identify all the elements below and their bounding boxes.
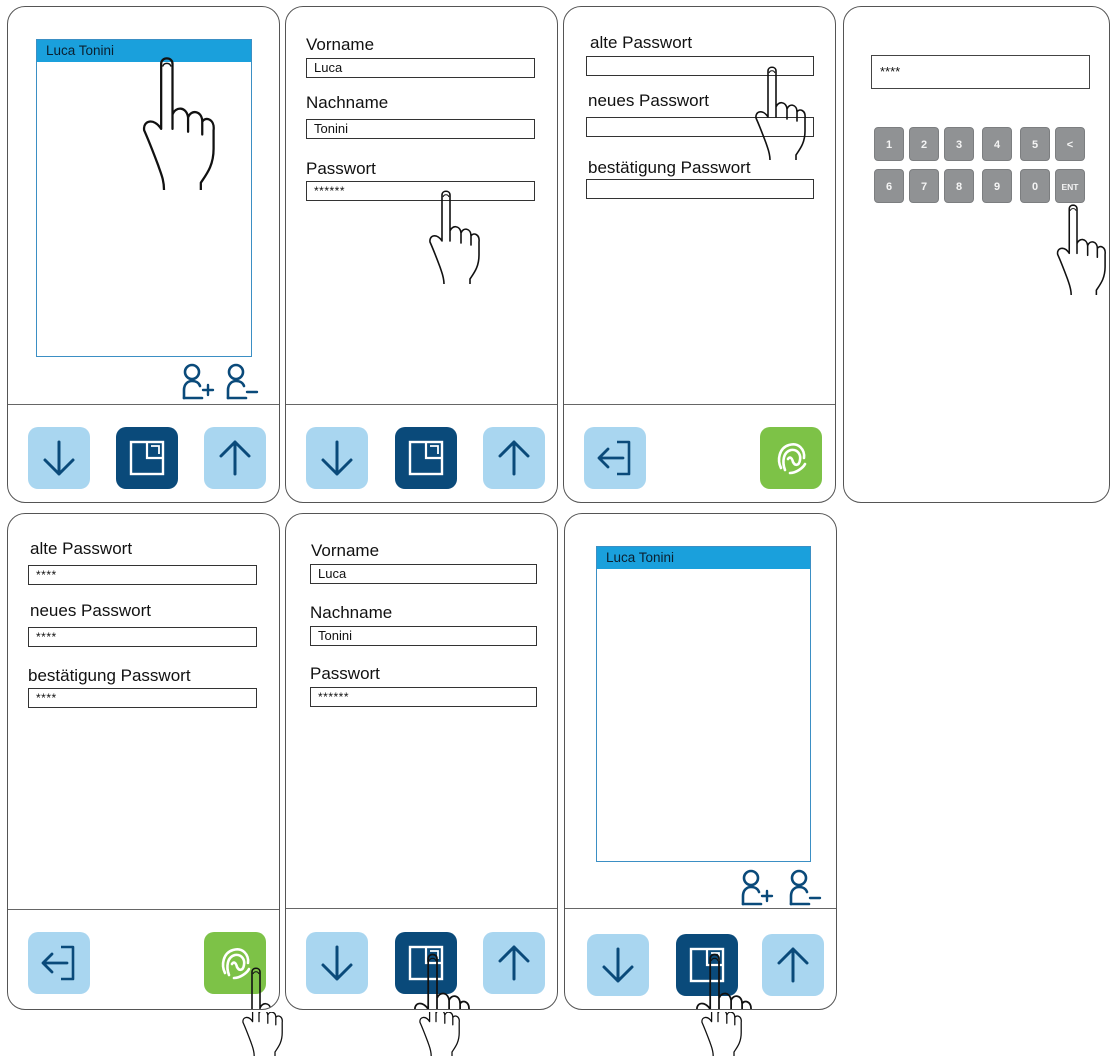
passwort-label: Passwort (306, 159, 376, 178)
nachname-label: Nachname (310, 603, 393, 622)
back-arrow-icon (41, 945, 75, 981)
scroll-down-button[interactable] (587, 934, 649, 996)
back-arrow-icon (597, 440, 631, 476)
vorname-field[interactable]: Luca (306, 58, 535, 78)
vorname-label: Vorname (306, 35, 375, 54)
divider (564, 404, 835, 405)
list-item[interactable]: Luca Tonini (597, 547, 810, 569)
fingerprint-icon (221, 948, 251, 980)
arrow-down-icon (321, 945, 353, 981)
new-password-field[interactable]: **** (28, 627, 257, 647)
arrow-down-icon (321, 440, 353, 476)
key-9[interactable]: 9 (982, 169, 1012, 203)
confirm-button[interactable] (204, 932, 266, 994)
hand-pointer-icon (755, 66, 806, 160)
new-password-field[interactable] (586, 117, 814, 137)
scroll-up-button[interactable] (204, 427, 266, 489)
edit-user-button[interactable] (676, 934, 738, 996)
passwort-field[interactable]: ****** (306, 181, 535, 201)
screen-user-list: Luca Tonini (7, 6, 280, 503)
screen-pin-keypad: **** 1 2 3 4 5 < 6 7 8 9 0 ENT (843, 6, 1110, 503)
scroll-up-button[interactable] (762, 934, 824, 996)
hand-pointer-icon (1056, 204, 1106, 295)
key-2[interactable]: 2 (909, 127, 939, 161)
scroll-up-button[interactable] (483, 427, 545, 489)
scroll-down-button[interactable] (306, 932, 368, 994)
add-user-icon[interactable] (737, 868, 775, 906)
old-password-label: alte Passwort (590, 33, 693, 52)
divider (565, 908, 836, 909)
hand-pointer-icon (242, 1012, 283, 1056)
nachname-field[interactable]: Tonini (310, 626, 537, 646)
fingerprint-icon (777, 443, 807, 475)
user-list[interactable]: Luca Tonini (596, 546, 811, 862)
key-7[interactable]: 7 (909, 169, 939, 203)
arrow-down-icon (602, 947, 634, 983)
screen-user-details: Vorname Luca Nachname Tonini Passwort **… (285, 6, 558, 503)
user-list[interactable]: Luca Tonini (36, 39, 252, 357)
scroll-up-button[interactable] (483, 932, 545, 994)
hand-pointer-icon (701, 1012, 742, 1056)
confirm-password-field[interactable]: **** (28, 688, 257, 708)
nachname-field[interactable]: Tonini (306, 119, 535, 139)
back-button[interactable] (28, 932, 90, 994)
confirm-button[interactable] (760, 427, 822, 489)
screen-user-details-confirm: Vorname Luca Nachname Tonini Passwort **… (285, 513, 558, 1010)
old-password-field[interactable]: **** (28, 565, 257, 585)
hand-pointer-icon (419, 1012, 460, 1056)
vorname-field[interactable]: Luca (310, 564, 537, 584)
screen-change-password-empty: alte Passwort neues Passwort bestätigung… (563, 6, 836, 503)
divider (8, 404, 279, 405)
pin-display: **** (871, 55, 1090, 89)
passwort-label: Passwort (310, 664, 380, 683)
confirm-password-label: bestätigung Passwort (588, 158, 751, 177)
divider (286, 404, 557, 405)
key-1[interactable]: 1 (874, 127, 904, 161)
arrow-up-icon (777, 947, 809, 983)
key-4[interactable]: 4 (982, 127, 1012, 161)
arrow-up-icon (498, 945, 530, 981)
old-password-field[interactable] (586, 56, 814, 76)
key-card-icon (689, 947, 725, 983)
remove-user-icon[interactable] (222, 362, 260, 400)
edit-user-button[interactable] (395, 427, 457, 489)
confirm-password-label: bestätigung Passwort (28, 666, 191, 685)
divider (286, 908, 557, 909)
divider (8, 909, 279, 910)
confirm-password-field[interactable] (586, 179, 814, 199)
arrow-up-icon (498, 440, 530, 476)
key-6[interactable]: 6 (874, 169, 904, 203)
remove-user-icon[interactable] (785, 868, 823, 906)
hand-pointer-icon (429, 190, 480, 284)
back-button[interactable] (584, 427, 646, 489)
screen-change-password-filled: alte Passwort **** neues Passwort **** b… (7, 513, 280, 1010)
nachname-label: Nachname (306, 93, 389, 112)
key-3[interactable]: 3 (944, 127, 974, 161)
add-user-icon[interactable] (178, 362, 216, 400)
key-backspace[interactable]: < (1055, 127, 1085, 161)
key-card-icon (129, 440, 165, 476)
edit-user-button[interactable] (116, 427, 178, 489)
old-password-label: alte Passwort (30, 539, 133, 558)
arrow-down-icon (43, 440, 75, 476)
key-0[interactable]: 0 (1020, 169, 1050, 203)
edit-user-button[interactable] (395, 932, 457, 994)
scroll-down-button[interactable] (28, 427, 90, 489)
passwort-field[interactable]: ****** (310, 687, 537, 707)
key-8[interactable]: 8 (944, 169, 974, 203)
key-card-icon (408, 440, 444, 476)
screen-user-list-final: Luca Tonini (564, 513, 837, 1010)
vorname-label: Vorname (311, 541, 380, 560)
key-5[interactable]: 5 (1020, 127, 1050, 161)
key-enter[interactable]: ENT (1055, 169, 1085, 203)
arrow-up-icon (219, 440, 251, 476)
new-password-label: neues Passwort (30, 601, 151, 620)
new-password-label: neues Passwort (588, 91, 709, 110)
scroll-down-button[interactable] (306, 427, 368, 489)
key-card-icon (408, 945, 444, 981)
list-item[interactable]: Luca Tonini (37, 40, 251, 62)
